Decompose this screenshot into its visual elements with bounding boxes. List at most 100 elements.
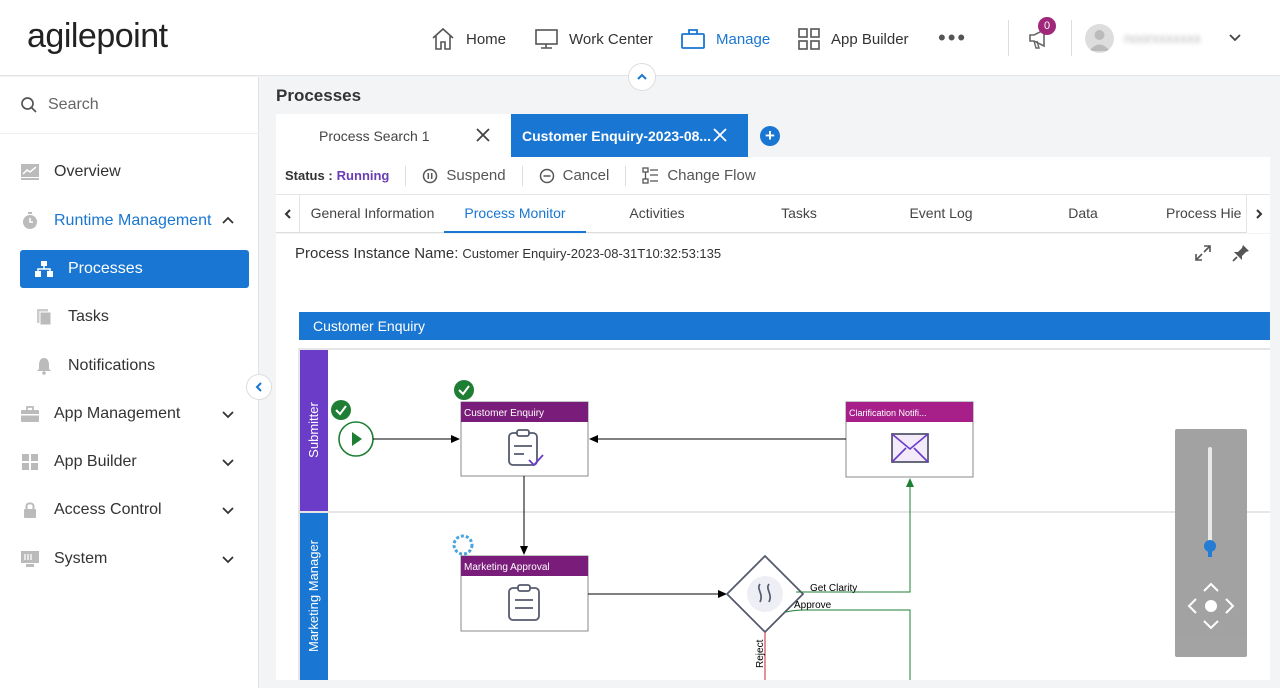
divider [1008,20,1009,56]
nav-work-center-label: Work Center [569,30,653,48]
lock-icon [24,502,36,518]
pan-control-icon[interactable] [1186,581,1236,631]
tab-data[interactable]: Data [1022,195,1144,233]
tab-activities[interactable]: Activities [596,195,718,233]
sidebar-item-overview[interactable]: Overview [20,153,249,191]
close-icon[interactable] [712,127,728,143]
briefcase-icon [681,29,705,49]
process-subtabs: General Information Process Monitor Acti… [276,195,1270,233]
pool-header [299,312,1270,340]
tab-process-monitor[interactable]: Process Monitor [444,195,586,233]
sidebar-item-label: Tasks [68,308,109,325]
nav-manage[interactable]: Manage [680,24,770,54]
sidebar-item-system[interactable]: System [20,540,249,578]
chevron-left-icon [255,382,262,392]
process-monitor-canvas[interactable]: Process Instance Name: Customer Enquiry-2… [276,234,1270,680]
zoom-slider-handle[interactable] [1204,540,1216,552]
stopwatch-icon [23,212,37,229]
activity-clarification-notification[interactable]: Clarification Notifi... [845,401,974,478]
pool-title: Customer Enquiry [313,318,425,334]
cancel-label: Cancel [562,167,610,184]
divider [405,165,407,186]
divider [1071,20,1072,56]
check-icon [331,400,351,420]
change-flow-label: Change Flow [667,167,756,184]
status-toolbar: Status : Running Suspend Cancel Change F… [276,157,1270,195]
suspend-label: Suspend [446,167,506,184]
grid-icon [798,28,820,50]
add-tab-button[interactable]: + [760,126,780,146]
sidebar-item-runtime-management[interactable]: Runtime Management [20,202,249,240]
sidebar-item-tasks[interactable]: Tasks [20,298,249,336]
username[interactable]: noorxxxxxxx [1124,30,1201,46]
page-title: Processes [276,86,362,105]
suspend-button[interactable]: Suspend [422,167,506,184]
collapse-header-button[interactable] [628,63,656,91]
tasks-icon [37,309,52,326]
sidebar-item-notifications[interactable]: Notifications [20,347,249,385]
chevron-down-icon [222,556,234,564]
status-label: Status : [285,168,333,183]
sidebar-item-access-control[interactable]: Access Control [20,491,249,529]
collapse-sidebar-button[interactable] [246,374,272,400]
chevron-down-icon [222,459,234,467]
nav-work-center[interactable]: Work Center [534,24,653,54]
tab-event-log[interactable]: Event Log [880,195,1002,233]
more-menu-icon[interactable]: ••• [938,27,967,49]
flow-label-reject: Reject [755,639,766,668]
loading-icon [452,534,474,556]
activity-title: Marketing Approval [464,562,550,573]
toolbox-icon [21,406,39,422]
scroll-right-button[interactable] [1246,195,1270,233]
tab-process-hierarchy[interactable]: Process Hie [1166,195,1248,233]
flow-icon [642,167,659,184]
activity-title: Clarification Notifi... [849,408,927,418]
agilepoint-logo[interactable]: agilepoint [27,17,168,56]
scroll-left-button[interactable] [276,195,300,233]
flow-line [796,478,914,593]
sidebar-item-processes[interactable]: Processes [20,250,249,288]
chevron-up-icon [222,216,234,224]
close-icon[interactable] [475,127,491,143]
nav-app-builder[interactable]: App Builder [797,24,909,54]
sidebar-item-app-management[interactable]: App Management [20,395,249,433]
chevron-down-icon[interactable] [1228,31,1242,45]
activity-customer-enquiry[interactable]: Customer Enquiry [460,401,589,477]
home-icon [432,27,454,50]
activity-marketing-approval[interactable]: Marketing Approval [460,555,589,632]
chevron-down-icon [222,411,234,419]
tab-general-information[interactable]: General Information [306,195,439,233]
cancel-button[interactable]: Cancel [539,167,610,184]
monitor-icon [535,29,558,49]
tab-customer-enquiry[interactable]: Customer Enquiry-2023-08... [511,114,748,157]
status-badge: Running [336,168,390,183]
sidebar-item-label: App Management [54,405,181,422]
sidebar-item-label: Processes [68,260,143,277]
bell-icon [37,358,51,375]
change-flow-button[interactable]: Change Flow [642,167,756,184]
chevron-right-icon [1255,209,1262,219]
sidebar-item-label: App Builder [54,453,137,470]
search-input[interactable]: Search [0,77,259,134]
lane-label: Submitter [306,402,321,458]
nav-home-label: Home [466,30,507,48]
nav-home[interactable]: Home [430,24,506,54]
avatar[interactable] [1085,24,1114,53]
chart-icon [21,164,39,180]
tab-tasks[interactable]: Tasks [738,195,860,233]
sidebar-item-app-builder[interactable]: App Builder [20,443,249,481]
tab-label: Process Search 1 [319,127,430,144]
tab-process-search[interactable]: Process Search 1 [276,114,511,157]
sidebar-item-label: System [54,550,108,567]
chevron-up-icon [637,73,647,80]
sidebar-item-label: Notifications [68,357,156,374]
pool-border [298,348,1270,680]
tab-label: Customer Enquiry-2023-08... [522,127,712,144]
search-icon [21,97,37,113]
lane-label: Marketing Manager [306,539,321,652]
flow-label-approve: Approve [794,600,832,611]
hierarchy-icon [35,261,53,277]
decision-gateway[interactable] [725,554,805,634]
process-tabs: Process Search 1 Customer Enquiry-2023-0… [276,114,1270,157]
sidebar: Search Overview Runtime Management Proce… [0,77,259,688]
